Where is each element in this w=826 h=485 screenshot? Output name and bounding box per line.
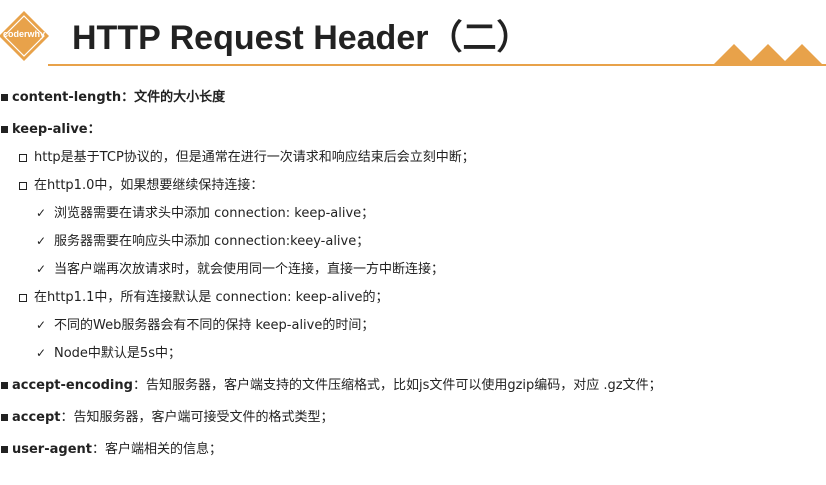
header-rule [48,64,826,66]
bullet-hollow-square [19,154,27,162]
page-title: HTTP Request Header（二） [72,19,531,57]
logo-text: coderwhy [2,29,45,39]
check-icon: ✓ [36,206,47,220]
check-icon: ✓ [36,262,47,276]
accept-item: accept：告知服务器，客户端可接受文件的格式类型； [12,410,334,425]
mountains-decoration [712,44,824,66]
keep-alive-sub3: 在http1.1中，所有连接默认是 connection: keep-alive… [34,290,389,305]
user-agent-item: user-agent：客户端相关的信息； [12,442,222,457]
bullet-square [1,126,8,133]
bullet-square [1,94,8,101]
bullet-square [1,446,8,453]
bullet-square [1,414,8,421]
keep-alive-sub2: 在http1.0中，如果想要继续保持连接： [34,178,264,193]
check-icon: ✓ [36,346,47,360]
bullet-square [1,382,8,389]
keep-alive-sub1: http是基于TCP协议的，但是通常在进行一次请求和响应结束后会立刻中断； [34,150,475,165]
http11-item-1: 不同的Web服务器会有不同的保持 keep-alive的时间； [54,318,375,333]
check-icon: ✓ [36,234,47,248]
http10-item-1: 浏览器需要在请求头中添加 connection: keep-alive； [54,206,375,221]
keep-alive-item: keep-alive： [12,122,101,137]
accept-encoding-item: accept-encoding：告知服务器，客户端支持的文件压缩格式，比如js文… [12,378,662,393]
http10-item-3: 当客户端再次放请求时，就会使用同一个连接，直接一方中断连接； [54,262,445,277]
content-length-item: content-length：文件的大小长度 [12,90,226,105]
bullet-hollow-square [19,182,27,190]
http11-item-2: Node中默认是5s中； [54,346,181,361]
check-icon: ✓ [36,318,47,332]
bullet-hollow-square [19,294,27,302]
http10-item-2: 服务器需要在响应头中添加 connection:keey-alive； [54,234,370,249]
